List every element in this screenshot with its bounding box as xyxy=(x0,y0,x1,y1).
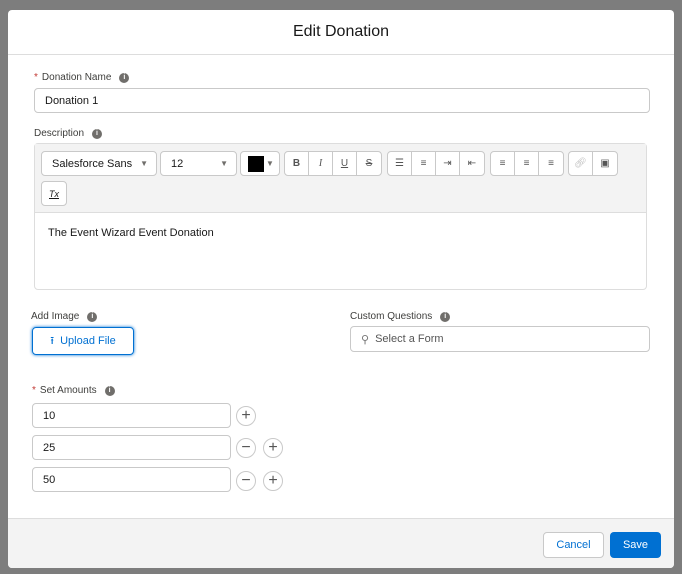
rich-text-editor: Salesforce Sans ▼ 12 ▼ ▼ B I U S ☰ ≡ ⇥ ⇤ ≡ ≡ ≡ … xyxy=(34,143,647,290)
donation-name-label: * Donation Name i xyxy=(34,72,130,83)
edit-donation-modal: Edit Donation * Donation Name i Donation 1… xyxy=(8,10,674,568)
info-icon[interactable]: i xyxy=(87,311,98,322)
insert-group: 🔗︎ ▣ xyxy=(568,151,618,176)
input-value: Donation 1 xyxy=(45,94,99,107)
outdent-icon[interactable]: ⇤ xyxy=(460,152,484,175)
underline-button[interactable]: U xyxy=(333,152,357,175)
link-icon[interactable]: 🔗︎ xyxy=(569,152,593,175)
input-value: 25 xyxy=(43,441,56,454)
clear-formatting-button[interactable]: Tx xyxy=(41,181,67,206)
color-swatch xyxy=(248,155,264,172)
add-amount-icon[interactable]: + xyxy=(263,471,283,491)
align-group: ≡ ≡ ≡ xyxy=(490,151,564,176)
label-text: Description xyxy=(34,128,85,139)
list-group: ☰ ≡ ⇥ ⇤ xyxy=(387,151,485,176)
align-right-icon[interactable]: ≡ xyxy=(539,152,563,175)
input-value: 10 xyxy=(43,409,56,422)
bulleted-list-icon[interactable]: ☰ xyxy=(388,152,412,175)
strikethrough-button[interactable]: S xyxy=(357,152,381,175)
donation-name-input[interactable]: Donation 1 xyxy=(34,88,650,113)
description-label: Description i xyxy=(34,128,103,139)
editor-toolbar: Salesforce Sans ▼ 12 ▼ ▼ B I U S ☰ ≡ ⇥ ⇤ ≡ ≡ ≡ … xyxy=(35,144,646,213)
bold-button[interactable]: B xyxy=(285,152,309,175)
amount-input-2[interactable]: 25 xyxy=(32,435,231,460)
set-amounts-label: * Set Amounts i xyxy=(32,385,115,396)
numbered-list-icon[interactable]: ≡ xyxy=(412,152,436,175)
chevron-down-icon: ▼ xyxy=(140,159,148,168)
add-amount-icon[interactable]: + xyxy=(263,438,283,458)
placeholder: Select a Form xyxy=(375,333,444,345)
align-left-icon[interactable]: ≡ xyxy=(491,152,515,175)
add-amount-icon[interactable]: + xyxy=(236,406,256,426)
custom-questions-label: Custom Questions i xyxy=(350,311,451,322)
font-value: Salesforce Sans xyxy=(52,157,133,170)
align-center-icon[interactable]: ≡ xyxy=(515,152,539,175)
info-icon[interactable]: i xyxy=(440,311,451,322)
modal-title: Edit Donation xyxy=(8,10,674,55)
label-text: Set Amounts xyxy=(39,385,97,396)
search-icon: ⚲ xyxy=(361,333,370,346)
add-image-label: Add Image i xyxy=(31,311,98,322)
image-icon[interactable]: ▣ xyxy=(593,152,617,175)
form-search-input[interactable]: ⚲ Select a Form xyxy=(350,326,650,352)
upload-file-button[interactable]: ⭱ Upload File xyxy=(32,327,134,355)
label-text: Donation Name xyxy=(41,72,112,83)
remove-amount-icon[interactable]: − xyxy=(236,471,256,491)
label-text: Custom Questions xyxy=(350,311,433,322)
indent-icon[interactable]: ⇥ xyxy=(436,152,460,175)
info-icon[interactable]: i xyxy=(119,72,130,83)
remove-amount-icon[interactable]: − xyxy=(236,438,256,458)
editor-content[interactable]: The Event Wizard Event Donation xyxy=(35,213,646,253)
font-family-select[interactable]: Salesforce Sans ▼ xyxy=(41,151,157,176)
info-icon[interactable]: i xyxy=(92,128,103,139)
amount-input-1[interactable]: 10 xyxy=(32,403,231,428)
input-value: 50 xyxy=(43,473,56,486)
amount-input-3[interactable]: 50 xyxy=(32,467,231,492)
cancel-button[interactable]: Cancel xyxy=(543,532,604,558)
text-color-picker[interactable]: ▼ xyxy=(240,151,280,176)
chevron-down-icon: ▼ xyxy=(266,159,274,168)
info-icon[interactable]: i xyxy=(104,385,115,396)
save-button[interactable]: Save xyxy=(610,532,661,558)
font-size-select[interactable]: 12 ▼ xyxy=(160,151,237,176)
chevron-down-icon: ▼ xyxy=(220,159,228,168)
size-value: 12 xyxy=(171,157,184,170)
label-text: Add Image xyxy=(31,311,80,322)
format-group: B I U S xyxy=(284,151,382,176)
modal-footer: Cancel Save xyxy=(8,518,674,568)
upload-icon: ⭱ xyxy=(50,334,55,347)
italic-button[interactable]: I xyxy=(309,152,333,175)
button-label: Upload File xyxy=(60,335,116,347)
